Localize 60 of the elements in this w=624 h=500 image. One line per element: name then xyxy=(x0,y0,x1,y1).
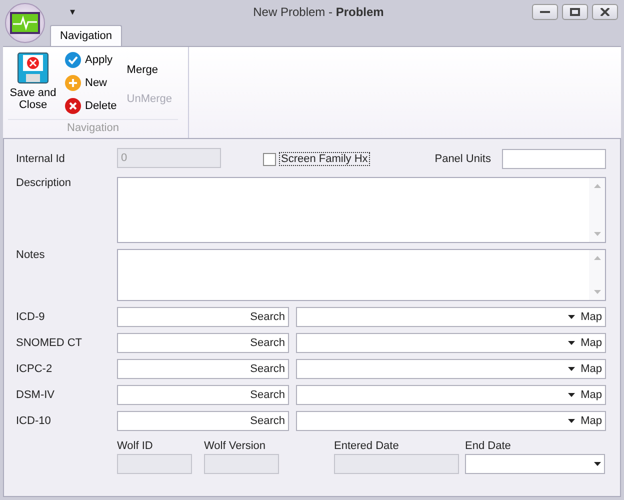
field-label: Wolf ID xyxy=(117,440,154,452)
ribbon-text-button[interactable]: Merge xyxy=(124,64,174,76)
dropdown-arrow-icon xyxy=(568,341,575,345)
delete-icon xyxy=(65,98,81,114)
dropdown-arrow-icon xyxy=(568,315,575,319)
notes-field[interactable] xyxy=(117,249,606,301)
readonly-field[interactable] xyxy=(334,454,459,474)
field-label: Internal Id xyxy=(16,153,66,165)
field-label: ICD-9 xyxy=(16,311,46,323)
field-label: SNOMED CT xyxy=(16,337,83,349)
scroll-down-icon xyxy=(594,232,600,236)
dropdown-arrow-icon xyxy=(568,419,575,423)
map-dropdown[interactable]: Map xyxy=(296,385,606,405)
search-field[interactable]: Search xyxy=(117,411,289,431)
plus-icon xyxy=(65,75,81,91)
map-dropdown[interactable]: Map xyxy=(296,333,606,353)
maximize-icon xyxy=(570,8,580,16)
dropdown-arrow-icon xyxy=(568,367,575,371)
ribbon-tab[interactable]: Navigation xyxy=(50,25,122,46)
field-label: ICPC-2 xyxy=(16,363,54,375)
field-label: Entered Date xyxy=(334,440,400,452)
field-label: Panel Units xyxy=(434,153,491,165)
readonly-field[interactable] xyxy=(204,454,279,474)
map-dropdown[interactable]: Map xyxy=(296,359,606,379)
search-field[interactable]: Search xyxy=(117,333,289,353)
field-label: Wolf Version xyxy=(204,440,267,452)
new-button[interactable]: New xyxy=(63,73,119,93)
app-orb-button[interactable] xyxy=(5,3,45,43)
dropdown-arrow-icon xyxy=(594,462,601,466)
close-icon xyxy=(600,8,610,16)
search-field[interactable]: Search xyxy=(117,359,289,379)
heart-monitor-icon xyxy=(10,12,40,34)
field-label: Notes xyxy=(16,249,46,261)
scroll-down-icon xyxy=(594,290,600,294)
search-field[interactable]: Search xyxy=(117,385,289,405)
panel-units-field[interactable] xyxy=(502,149,606,169)
search-field[interactable]: Search xyxy=(117,307,289,327)
close-button[interactable] xyxy=(592,4,618,20)
scroll-up-icon xyxy=(594,256,600,260)
map-dropdown[interactable]: Map xyxy=(296,411,606,431)
delete-button[interactable]: Delete xyxy=(63,96,119,116)
field-label: Description xyxy=(16,177,72,189)
window-title: New Problem - Problem xyxy=(252,5,385,19)
field-label: ICD-10 xyxy=(16,415,52,427)
description-field[interactable] xyxy=(117,177,606,243)
readonly-field[interactable] xyxy=(117,454,192,474)
apply-button[interactable]: Apply xyxy=(63,50,119,70)
scroll-up-icon xyxy=(594,184,600,188)
quick-access-menu[interactable]: ▾ xyxy=(70,6,75,18)
field-label: DSM-IV xyxy=(16,389,56,401)
date-dropdown[interactable] xyxy=(465,454,605,474)
map-dropdown[interactable]: Map xyxy=(296,307,606,327)
group-label: Navigation xyxy=(8,119,178,138)
minimize-button[interactable] xyxy=(532,4,558,20)
field-label: End Date xyxy=(465,440,512,452)
checkmark-icon xyxy=(65,52,81,68)
minimize-icon xyxy=(540,10,550,14)
maximize-button[interactable] xyxy=(562,4,588,20)
save-and-close-button[interactable]: Save and Close xyxy=(3,50,59,119)
dropdown-arrow-icon xyxy=(568,393,575,397)
